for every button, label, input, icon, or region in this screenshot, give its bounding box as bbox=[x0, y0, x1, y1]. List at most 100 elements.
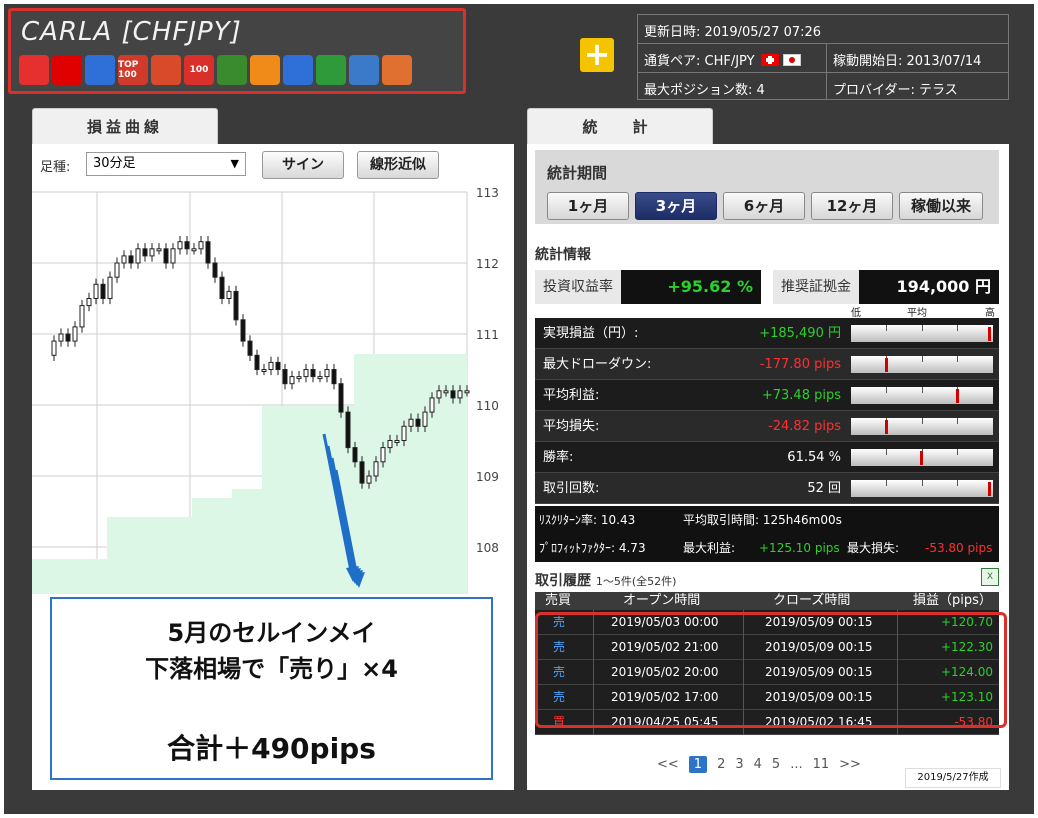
candle-body bbox=[156, 248, 162, 252]
period-1m-button[interactable]: 1ヶ月 bbox=[547, 192, 629, 220]
stat-label: 最大ドローダウン: bbox=[543, 357, 652, 372]
info-box: 更新日時: 2019/05/27 07:26 通貨ペア: CHF/JPY 稼動開… bbox=[637, 14, 1009, 100]
candle-body bbox=[72, 326, 78, 342]
col-side: 売買 bbox=[545, 593, 572, 608]
candle-body bbox=[191, 248, 197, 252]
excel-export-icon[interactable]: X bbox=[981, 568, 999, 586]
candle-body bbox=[142, 248, 148, 257]
linear-fit-button[interactable]: 線形近似 bbox=[357, 151, 439, 179]
candle-body bbox=[450, 390, 456, 399]
stat-value: -24.82 pips bbox=[768, 419, 841, 434]
swiss-flag-icon bbox=[760, 54, 779, 66]
japan-flag-icon bbox=[782, 54, 801, 66]
candle-body bbox=[352, 447, 358, 463]
boomerang-icon bbox=[85, 55, 115, 85]
stat-label: 取引回数: bbox=[543, 481, 600, 496]
candle-body bbox=[233, 290, 239, 321]
candle-body bbox=[261, 369, 267, 372]
timeframe-select[interactable]: 30分足 ▼ bbox=[86, 152, 246, 176]
stat-label: 勝率: bbox=[543, 450, 574, 465]
gauge-marker bbox=[920, 451, 923, 465]
period-label: 統計期間 bbox=[547, 164, 608, 182]
pager-prev[interactable]: << bbox=[657, 757, 679, 772]
stat-value: +185,490 円 bbox=[759, 326, 841, 341]
pager-next[interactable]: >> bbox=[839, 757, 861, 772]
col-open: オープン時間 bbox=[623, 593, 701, 608]
pager-page-4[interactable]: 4 bbox=[754, 757, 762, 772]
signal-button[interactable]: サイン bbox=[262, 151, 344, 179]
period-3m-button[interactable]: 3ヶ月 bbox=[635, 192, 717, 220]
arrows-icon bbox=[283, 55, 313, 85]
pager-page-last[interactable]: 11 bbox=[813, 757, 830, 772]
stat-row: 実現損益（円）: +185,490 円 bbox=[535, 318, 999, 349]
pager-page-2[interactable]: 2 bbox=[717, 757, 725, 772]
max-loss-value: -53.80 pips bbox=[925, 541, 993, 555]
max-positions: 最大ポジション数: 4 bbox=[644, 83, 765, 98]
misc-row-2: ﾌﾟﾛﾌｨｯﾄﾌｧｸﾀｰ: 4.73 最大利益: +125.10 pips 最大… bbox=[535, 534, 999, 562]
candle-body bbox=[345, 411, 351, 449]
margin-value: 194,000 円 bbox=[859, 270, 999, 304]
gauge-tick bbox=[886, 325, 887, 331]
gauge-tick bbox=[886, 449, 887, 455]
divider bbox=[826, 43, 827, 100]
stat-value: +73.48 pips bbox=[761, 388, 841, 403]
timeframe-value: 30分足 bbox=[93, 156, 136, 171]
stat-row: 平均利益: +73.48 pips bbox=[535, 380, 999, 411]
period-box: 統計期間 1ヶ月 3ヶ月 6ヶ月 12ヶ月 稼働以来 bbox=[535, 150, 999, 224]
y-tick-label: 110 bbox=[476, 399, 499, 413]
profit-factor: ﾌﾟﾛﾌｨｯﾄﾌｧｸﾀｰ: 4.73 bbox=[539, 541, 646, 555]
candle-body bbox=[65, 333, 71, 342]
stat-row: 勝率: 61.54 % bbox=[535, 442, 999, 473]
red-dot-icon bbox=[52, 55, 82, 85]
annotation-callout: 5月のセルインメイ 下落相場で「売り」×4 合計＋490pips bbox=[50, 597, 493, 780]
callout-line-3: 合計＋490pips bbox=[167, 732, 376, 765]
stats-rows: 実現損益（円）: +185,490 円最大ドローダウン: -177.80 pips 平… bbox=[535, 318, 999, 504]
highlight-frame bbox=[535, 612, 1007, 728]
candle-body bbox=[100, 283, 106, 300]
period-all-button[interactable]: 稼働以来 bbox=[899, 192, 983, 220]
candle-body bbox=[415, 418, 421, 427]
add-favorite-button[interactable]: + bbox=[580, 38, 614, 72]
stat-gauge bbox=[851, 418, 993, 435]
updated-datetime: 更新日時: 2019/05/27 07:26 bbox=[644, 25, 822, 40]
candle-body bbox=[86, 298, 92, 307]
pager-page-1[interactable]: 1 bbox=[688, 756, 708, 773]
gauge-tick bbox=[922, 325, 923, 331]
candle-body bbox=[212, 262, 218, 278]
divider bbox=[638, 72, 1008, 73]
created-date-label: 2019/5/27作成 bbox=[905, 768, 1001, 788]
gauge-tick bbox=[957, 325, 958, 331]
tab-statistics[interactable]: 統 計 bbox=[527, 108, 713, 144]
stat-label: 平均損失: bbox=[543, 419, 600, 434]
candle-body bbox=[114, 262, 120, 278]
pager-page-5[interactable]: 5 bbox=[772, 757, 780, 772]
candle-body bbox=[443, 390, 449, 394]
gauge-marker bbox=[884, 420, 888, 434]
tree-icon bbox=[316, 55, 346, 85]
candle-body bbox=[254, 354, 260, 371]
candle-body bbox=[268, 361, 274, 370]
scale-icon bbox=[349, 55, 379, 85]
candle-body bbox=[429, 397, 435, 413]
candle-body bbox=[310, 369, 316, 378]
stat-gauge bbox=[851, 449, 993, 466]
period-12m-button[interactable]: 12ヶ月 bbox=[811, 192, 893, 220]
candle-body bbox=[58, 333, 64, 342]
candle-body bbox=[177, 241, 183, 250]
pager-ellipsis: ... bbox=[790, 757, 803, 772]
tab-pl-curve[interactable]: 損益曲線 bbox=[32, 108, 218, 144]
stat-row: 最大ドローダウン: -177.80 pips bbox=[535, 349, 999, 380]
candle-body bbox=[289, 376, 295, 385]
candle-body bbox=[324, 369, 330, 378]
candle-body bbox=[422, 411, 428, 427]
gauge-marker bbox=[988, 482, 992, 496]
period-6m-button[interactable]: 6ヶ月 bbox=[723, 192, 805, 220]
target-icon bbox=[382, 55, 412, 85]
candle-body bbox=[457, 390, 463, 399]
candle-body bbox=[296, 376, 302, 380]
candle-body bbox=[128, 255, 134, 264]
candle-body bbox=[317, 376, 323, 380]
pager-page-3[interactable]: 3 bbox=[735, 757, 743, 772]
system-title: CARLA [CHFJPY] bbox=[21, 17, 242, 47]
100-badge-icon: 100 bbox=[184, 55, 214, 85]
